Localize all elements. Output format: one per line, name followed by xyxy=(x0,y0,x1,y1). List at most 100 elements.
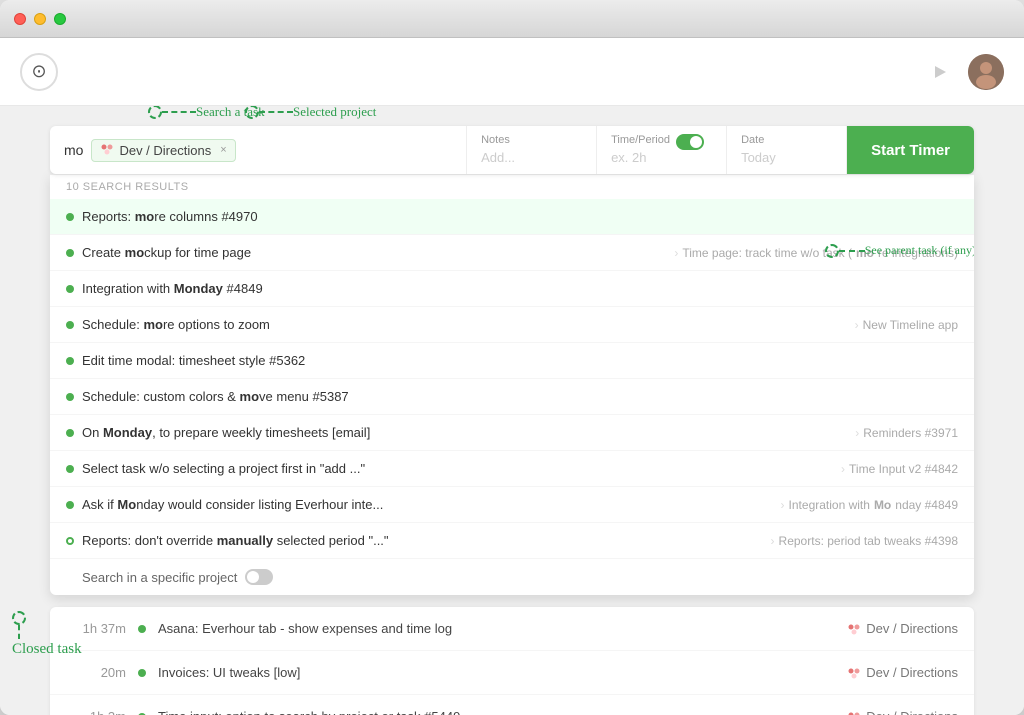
main-content: Search a task Selected project mo xyxy=(0,106,1024,715)
task-parent-2: › Time page: track time w/o task (more i… xyxy=(674,246,958,260)
recent-task-3-name: Time input: option to search by project … xyxy=(158,709,835,715)
search-line xyxy=(162,111,196,113)
recent-task-1-name: Asana: Everhour tab - show expenses and … xyxy=(158,621,835,636)
recent-task-2[interactable]: 20m Invoices: UI tweaks [low] Dev / Dire… xyxy=(50,651,974,695)
date-label: Date xyxy=(741,134,832,146)
recent-task-1-project-name: Dev / Directions xyxy=(866,621,958,636)
task-item-9[interactable]: Ask if Monday would consider listing Eve… xyxy=(50,487,974,523)
window: ⊙ Search xyxy=(0,0,1024,715)
avatar[interactable] xyxy=(968,54,1004,90)
logo-icon[interactable]: ⊙ xyxy=(20,53,58,91)
search-dropdown: 10 SEARCH RESULTS Reports: more columns … xyxy=(50,174,974,595)
closed-task-section: Closed task 1h 37m Asana: Everhour tab -… xyxy=(50,607,974,715)
recent-task-1[interactable]: 1h 37m Asana: Everhour tab - show expens… xyxy=(50,607,974,651)
logo-area: ⊙ xyxy=(20,53,58,91)
task-item-10[interactable]: Reports: don't override manually selecte… xyxy=(50,523,974,559)
project-people-icon-3 xyxy=(847,710,861,715)
search-specific-label: Search in a specific project xyxy=(82,570,237,585)
task-name-2: Create mockup for time page xyxy=(82,245,666,260)
task-input-section: mo Dev / Directions × xyxy=(50,126,467,174)
play-button[interactable] xyxy=(924,56,956,88)
task-item-7[interactable]: On Monday, to prepare weekly timesheets … xyxy=(50,415,974,451)
notes-label: Notes xyxy=(481,134,582,146)
search-query: mo xyxy=(64,142,83,158)
time-period-input[interactable]: ex. 2h xyxy=(611,150,712,165)
task-dot-9 xyxy=(66,501,74,509)
search-annotation: Search a task xyxy=(148,106,265,120)
time-period-label: Time/Period xyxy=(611,134,670,146)
recent-task-2-dot xyxy=(138,669,146,677)
task-item-3[interactable]: Integration with Monday #4849 xyxy=(50,271,974,307)
task-name-8: Select task w/o selecting a project firs… xyxy=(82,461,833,476)
task-dot-4 xyxy=(66,321,74,329)
time-input-bar: mo Dev / Directions × xyxy=(50,126,974,174)
task-item-2-wrapper: Create mockup for time page › Time page:… xyxy=(50,235,974,271)
recent-task-1-time: 1h 37m xyxy=(66,621,126,636)
closed-line xyxy=(18,625,20,639)
task-item-6[interactable]: Schedule: custom colors & move menu #538… xyxy=(50,379,974,415)
task-name-3: Integration with Monday #4849 xyxy=(82,281,958,296)
search-circle-icon xyxy=(148,106,162,119)
recent-task-3[interactable]: 1h 3m Time input: option to search by pr… xyxy=(50,695,974,715)
task-parent-8: › Time Input v2 #4842 xyxy=(841,462,958,476)
task-dot-6 xyxy=(66,393,74,401)
project-people-icon-1 xyxy=(847,622,861,636)
task-name-10: Reports: don't override manually selecte… xyxy=(82,533,763,548)
task-dot-5 xyxy=(66,357,74,365)
app-header: ⊙ xyxy=(0,38,1024,106)
task-item-1[interactable]: Reports: more columns #4970 xyxy=(50,199,974,235)
date-input[interactable]: Today xyxy=(741,150,832,165)
project-circle-icon xyxy=(245,106,259,119)
time-period-section: Time/Period ex. 2h xyxy=(597,126,727,174)
project-people-icon-2 xyxy=(847,666,861,680)
task-name-9: Ask if Monday would consider listing Eve… xyxy=(82,497,773,512)
project-tag[interactable]: Dev / Directions × xyxy=(91,139,235,162)
search-specific-toggle[interactable] xyxy=(245,569,273,585)
task-parent-10: › Reports: period tab tweaks #4398 xyxy=(771,534,958,548)
task-dot-7 xyxy=(66,429,74,437)
task-dot-2 xyxy=(66,249,74,257)
recent-task-3-project-name: Dev / Directions xyxy=(866,709,958,715)
titlebar xyxy=(0,0,1024,38)
close-button[interactable] xyxy=(14,13,26,25)
task-name-4: Schedule: more options to zoom xyxy=(82,317,847,332)
maximize-button[interactable] xyxy=(54,13,66,25)
task-parent-9: › Integration with Monday #4849 xyxy=(781,498,958,512)
recent-task-2-project: Dev / Directions xyxy=(847,665,958,680)
recent-task-2-time: 20m xyxy=(66,665,126,680)
recent-task-1-project: Dev / Directions xyxy=(847,621,958,636)
notes-input[interactable]: Add... xyxy=(481,150,582,165)
time-input-wrapper: Search a task Selected project mo xyxy=(50,126,974,595)
project-annotation: Selected project xyxy=(245,106,376,120)
project-tag-icon xyxy=(100,142,114,159)
time-period-toggle-row: Time/Period xyxy=(611,134,712,150)
time-period-toggle[interactable] xyxy=(676,134,704,150)
task-dot-10 xyxy=(66,537,74,545)
task-parent-4: › New Timeline app xyxy=(855,318,958,332)
project-tag-name: Dev / Directions xyxy=(119,143,211,158)
task-item-10-wrapper: Reports: don't override manually selecte… xyxy=(50,523,974,559)
recent-task-1-dot xyxy=(138,625,146,633)
search-specific-row: Search in a specific project xyxy=(50,559,974,595)
task-search-row[interactable]: mo Dev / Directions × xyxy=(50,126,466,174)
task-parent-7: › Reminders #3971 xyxy=(855,426,958,440)
closed-circle-icon xyxy=(12,611,26,625)
recent-task-3-project: Dev / Directions xyxy=(847,709,958,715)
project-tag-close-button[interactable]: × xyxy=(220,144,226,156)
task-dot-1 xyxy=(66,213,74,221)
task-item-5[interactable]: Edit time modal: timesheet style #5362 xyxy=(50,343,974,379)
recent-task-2-name: Invoices: UI tweaks [low] xyxy=(158,665,835,680)
minimize-button[interactable] xyxy=(34,13,46,25)
start-timer-button[interactable]: Start Timer xyxy=(847,126,974,174)
task-item-8[interactable]: Select task w/o selecting a project firs… xyxy=(50,451,974,487)
task-name-7: On Monday, to prepare weekly timesheets … xyxy=(82,425,847,440)
task-name-5: Edit time modal: timesheet style #5362 xyxy=(82,353,958,368)
search-annotation-label: Search a task xyxy=(196,106,265,120)
task-name-6: Schedule: custom colors & move menu #538… xyxy=(82,389,958,404)
recent-task-3-time: 1h 3m xyxy=(66,709,126,715)
task-dot-3 xyxy=(66,285,74,293)
task-name-1: Reports: more columns #4970 xyxy=(82,209,958,224)
task-item-2[interactable]: Create mockup for time page › Time page:… xyxy=(50,235,974,271)
task-item-4[interactable]: Schedule: more options to zoom › New Tim… xyxy=(50,307,974,343)
notes-section: Notes Add... xyxy=(467,126,597,174)
